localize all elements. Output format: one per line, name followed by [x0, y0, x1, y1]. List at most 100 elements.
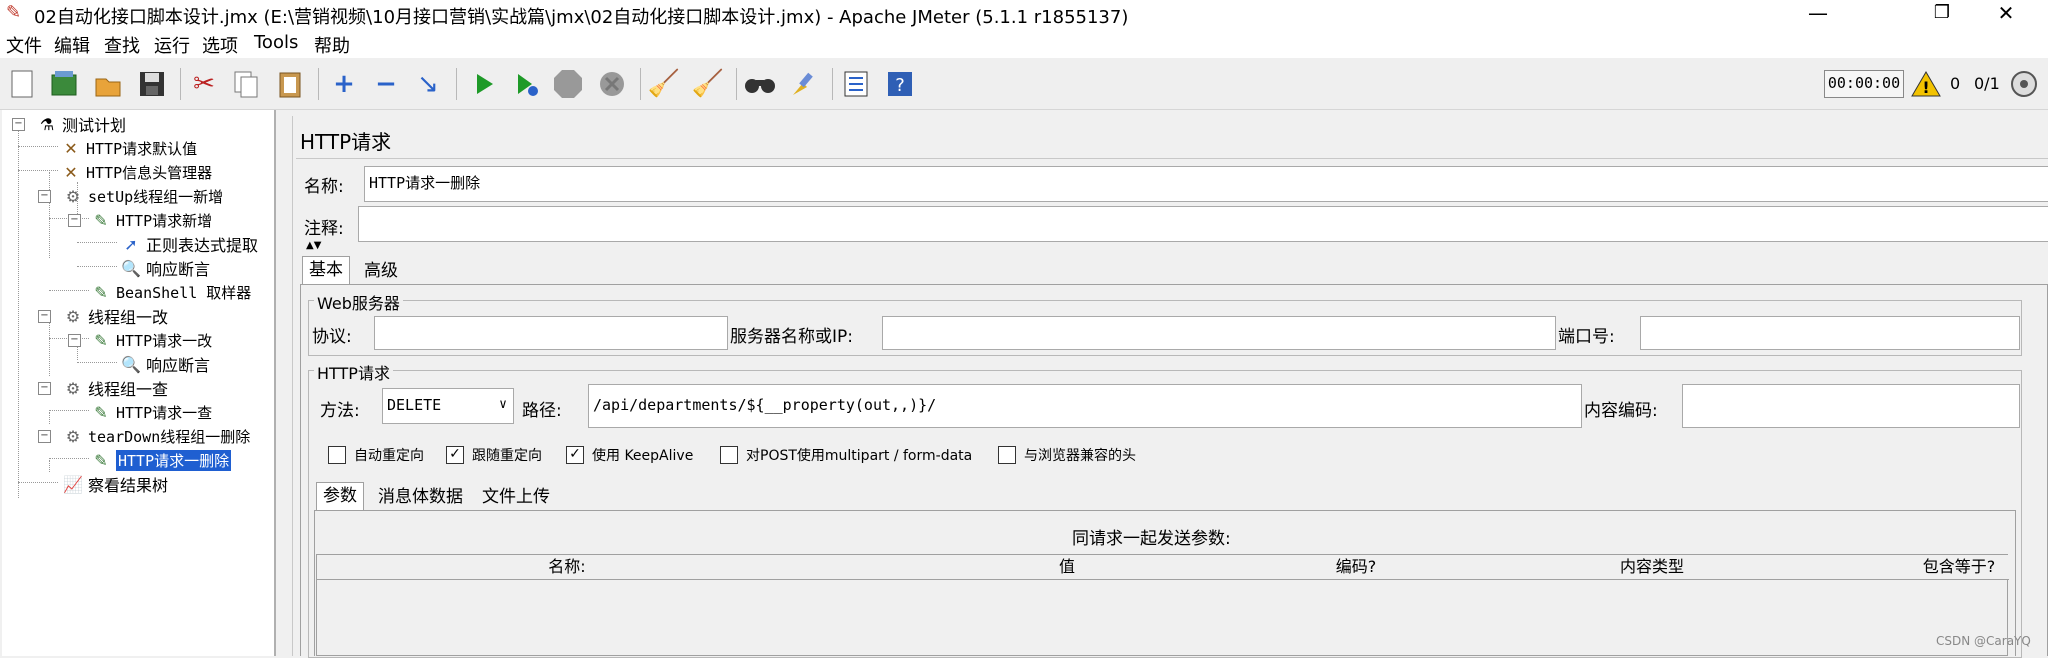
tree-node-response-assertion[interactable]: 🔍 响应断言 — [120, 256, 210, 280]
menu-help[interactable]: 帮助 — [314, 32, 350, 58]
stop-icon[interactable] — [550, 66, 586, 102]
tree-node-thread-group-update[interactable]: ⚙ 线程组一改 — [62, 304, 168, 328]
method-label: 方法: — [320, 401, 360, 421]
browser-headers-checkbox[interactable]: 与浏览器兼容的头 — [998, 445, 1136, 465]
tree-node-http-defaults[interactable]: ✕ HTTP请求默认值 — [60, 136, 197, 160]
tree-node-http-request-delete[interactable]: ✎ HTTP请求一删除 — [90, 448, 232, 472]
svg-text:!: ! — [1922, 78, 1929, 97]
collapse-toggle[interactable]: − — [68, 334, 81, 347]
tree-node-thread-group-query[interactable]: ⚙ 线程组一查 — [62, 376, 168, 400]
tree-node-header-manager[interactable]: ✕ HTTP信息头管理器 — [60, 160, 212, 184]
maximize-button[interactable]: ❐ — [1912, 0, 1972, 28]
open-icon[interactable] — [90, 66, 126, 102]
function-helper-icon[interactable] — [838, 66, 874, 102]
templates-icon[interactable] — [46, 66, 82, 102]
tab-file-upload[interactable]: 文件上传 — [476, 484, 556, 512]
jmeter-feather-icon: ✎ — [6, 2, 22, 23]
encoding-field[interactable] — [1682, 384, 2020, 428]
column-header-include-equals[interactable]: 包含等于? — [1909, 555, 2009, 580]
menu-options[interactable]: 选项 — [202, 32, 238, 58]
chart-icon: 📈 — [63, 474, 83, 494]
comment-field[interactable] — [358, 206, 2048, 242]
menu-file[interactable]: 文件 — [6, 32, 42, 58]
cut-icon[interactable]: ✂ — [186, 66, 222, 102]
collapse-toggle[interactable]: − — [12, 118, 25, 131]
start-no-pause-icon[interactable] — [508, 66, 544, 102]
warning-icon[interactable]: ! — [1910, 66, 1942, 102]
elapsed-timer: 00:00:00 — [1824, 70, 1904, 98]
collapse-toggle[interactable]: − — [38, 190, 51, 203]
menu-search[interactable]: 查找 — [104, 32, 140, 58]
new-icon[interactable] — [4, 66, 40, 102]
checkbox-box — [328, 446, 346, 464]
tree-node-regex-extractor[interactable]: ➚ 正则表达式提取 — [120, 232, 258, 256]
toggle-icon[interactable]: ↘ — [410, 66, 446, 102]
expand-all-icon[interactable]: + — [326, 66, 362, 102]
tab-parameters[interactable]: 参数 — [316, 482, 364, 511]
paste-icon[interactable] — [272, 66, 308, 102]
path-field[interactable]: /api/departments/${__property(out,,)}/ — [588, 384, 1582, 428]
window-title: 02自动化接口脚本设计.jmx (E:\营销视频\10月接口营销\实战篇\jmx… — [34, 7, 1129, 28]
clear-icon[interactable]: 🧹 — [646, 66, 682, 102]
follow-redirect-checkbox[interactable]: ✓ 跟随重定向 — [446, 445, 542, 465]
menu-tools[interactable]: Tools — [254, 32, 298, 53]
minimize-button[interactable]: — — [1788, 0, 1848, 28]
pipette-icon: ✎ — [94, 450, 108, 470]
pipette-icon: ✎ — [94, 282, 108, 302]
menu-run[interactable]: 运行 — [154, 32, 190, 58]
method-select[interactable]: DELETE ∨ — [382, 388, 514, 424]
tab-basic[interactable]: 基本 — [302, 256, 350, 285]
tree-node-setup-thread-group[interactable]: ⚙ setUp线程组一新增 — [62, 184, 223, 208]
multipart-checkbox[interactable]: 对POST使用multipart / form-data — [720, 445, 972, 465]
server-field[interactable] — [882, 316, 1556, 350]
gear-icon: ⚙ — [65, 306, 81, 326]
tree-node-http-request-query[interactable]: ✎ HTTP请求一查 — [90, 400, 212, 424]
magnifier-icon: 🔍 — [121, 354, 141, 374]
tree-node-view-results-tree[interactable]: 📈 察看结果树 — [62, 472, 168, 496]
clear-all-icon[interactable]: 🧹 — [690, 66, 726, 102]
tab-body-data[interactable]: 消息体数据 — [372, 484, 469, 512]
protocol-field[interactable] — [374, 316, 728, 350]
splitter-arrows-icon[interactable]: ▲▼ — [306, 240, 321, 251]
save-icon[interactable] — [134, 66, 170, 102]
collapse-toggle[interactable]: − — [68, 214, 81, 227]
warning-count: 0 — [1950, 74, 1961, 93]
tree-node-test-plan[interactable]: ⚗ 测试计划 — [36, 112, 126, 136]
name-field[interactable]: HTTP请求一删除 — [364, 166, 2048, 202]
port-field[interactable] — [1640, 316, 2020, 350]
test-plan-tree: − − − − − − − ⚗ 测试计划 ✕ HTTP请求默认值 ✕ HTTP信息头管… — [2, 110, 276, 656]
column-header-encode[interactable]: 编码? — [1317, 555, 1396, 580]
reset-search-icon[interactable] — [786, 66, 822, 102]
start-icon[interactable] — [466, 66, 502, 102]
menu-edit[interactable]: 编辑 — [54, 32, 90, 58]
close-button[interactable]: ✕ — [1976, 0, 2036, 28]
tree-node-beanshell-sampler[interactable]: ✎ BeanShell 取样器 — [90, 280, 251, 304]
checkbox-box — [998, 446, 1016, 464]
copy-icon[interactable] — [228, 66, 264, 102]
column-header-content-type[interactable]: 内容类型 — [1395, 555, 1910, 580]
remote-status-icon — [2006, 66, 2042, 102]
protocol-label: 协议: — [312, 327, 352, 347]
parameters-table[interactable]: 名称: 值 编码? 内容类型 包含等于? — [316, 554, 2009, 656]
auto-redirect-checkbox[interactable]: 自动重定向 — [328, 445, 424, 465]
menu-bar: 文件 编辑 查找 运行 选项 Tools 帮助 — [0, 28, 2048, 58]
tree-node-teardown-thread-group[interactable]: ⚙ tearDown线程组一删除 — [62, 424, 250, 448]
help-icon[interactable]: ? — [882, 66, 918, 102]
collapse-toggle[interactable]: − — [38, 382, 51, 395]
column-header-name[interactable]: 名称: — [317, 555, 818, 580]
tab-advanced[interactable]: 高级 — [358, 258, 404, 286]
watermark: CSDN @CaraYQ — [1936, 634, 2031, 648]
collapse-toggle[interactable]: − — [38, 310, 51, 323]
collapse-all-icon[interactable]: − — [368, 66, 404, 102]
arrow-icon: ➚ — [124, 234, 138, 254]
tree-node-http-request-add[interactable]: ✎ HTTP请求新增 — [90, 208, 212, 232]
name-label: 名称: — [304, 177, 344, 197]
collapse-toggle[interactable]: − — [38, 430, 51, 443]
column-header-value[interactable]: 值 — [817, 555, 1318, 580]
tree-node-response-assertion-2[interactable]: 🔍 响应断言 — [120, 352, 210, 376]
tree-node-http-request-update[interactable]: ✎ HTTP请求一改 — [90, 328, 212, 352]
keepalive-checkbox[interactable]: ✓ 使用 KeepAlive — [566, 445, 693, 465]
gear-icon: ⚙ — [65, 426, 81, 446]
search-icon[interactable] — [742, 66, 778, 102]
shutdown-icon[interactable] — [594, 66, 630, 102]
